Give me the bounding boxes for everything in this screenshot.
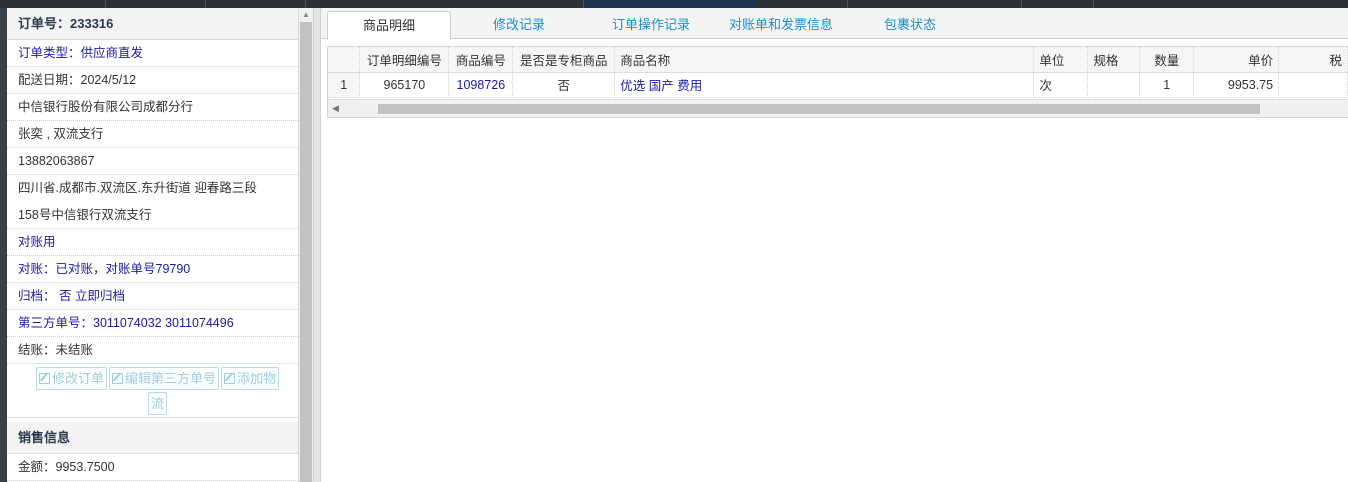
third-party-numbers: 第三方单号：3011074032 3011074496 <box>7 310 298 337</box>
top-bar-segment <box>848 0 1022 8</box>
order-number-header: 订单号：233316 <box>7 8 298 40</box>
sales-amount: 金额：9953.7500 <box>7 454 298 481</box>
tab-change-log[interactable]: 修改记录 <box>463 11 575 39</box>
edit-third-party-label: 编辑第三方单号 <box>124 371 216 386</box>
edit-icon <box>111 373 123 384</box>
sales-info-header: 销售信息 <box>7 422 298 454</box>
column-header[interactable]: 订单明细编号 <box>359 47 450 73</box>
reconcile-use: 对账用 <box>7 229 298 256</box>
edit-order-label: 修改订单 <box>51 371 104 386</box>
top-bar-active-segment[interactable] <box>584 0 756 8</box>
detail-number-cell: 965170 <box>359 72 450 98</box>
top-bar <box>0 0 1348 8</box>
top-bar-segment <box>306 0 584 8</box>
order-info-panel: 订单号：233316 订单类型：供应商直发 配送日期：2024/5/12 中信银… <box>7 8 299 482</box>
quantity-cell: 1 <box>1139 72 1195 98</box>
add-logistics-button-continued[interactable]: 流 <box>147 392 167 415</box>
top-bar-segment <box>756 0 848 8</box>
product-table: 订单明细编号 商品编号 是否是专柜商品 商品名称 单位 规格 数量 单价 税 1… <box>328 47 1348 98</box>
left-edge <box>0 8 7 482</box>
spec-cell <box>1087 72 1141 98</box>
tax-cell <box>1278 72 1348 98</box>
settlement-status: 结账：未结账 <box>7 337 298 364</box>
scroll-left-arrow-icon[interactable]: ◀ <box>332 103 339 114</box>
delivery-date: 配送日期：2024/5/12 <box>7 67 298 94</box>
counter-product-cell: 否 <box>512 72 616 98</box>
edit-icon <box>224 373 235 384</box>
add-logistics-label-continued: 流 <box>150 396 164 411</box>
phone-number: 13882063867 <box>7 148 298 175</box>
tab-package-status[interactable]: 包裹状态 <box>861 11 959 39</box>
top-bar-segment <box>0 0 106 8</box>
edit-icon <box>38 373 50 384</box>
archive-status[interactable]: 归档： 否 立即归档 <box>7 283 298 310</box>
detail-area: 商品明细 修改记录 订单操作记录 对账单和发票信息 包裹状态 订单明细编号 商品… <box>321 8 1348 482</box>
table-row[interactable]: 1 965170 1098726 否 优选 国产 费用 次 1 9953.75 <box>328 72 1348 98</box>
top-bar-segment <box>1022 0 1094 8</box>
contact-name: 张奕 , 双流支行 <box>7 121 298 148</box>
table-horizontal-scrollbar[interactable]: ◀ <box>328 99 1348 117</box>
tab-product-details[interactable]: 商品明细 <box>327 11 451 40</box>
address-line-1: 四川省.成都市.双流区.东升街道 迎春路三段 <box>18 181 257 195</box>
row-number-header <box>328 47 361 73</box>
edit-third-party-button[interactable]: 编辑第三方单号 <box>108 367 219 390</box>
scroll-up-arrow-icon[interactable]: ▲ <box>299 8 313 22</box>
column-header[interactable]: 商品名称 <box>614 47 1035 73</box>
product-grid: 订单明细编号 商品编号 是否是专柜商品 商品名称 单位 规格 数量 单价 税 1… <box>327 46 1348 118</box>
column-header[interactable]: 数量 <box>1139 47 1195 73</box>
edit-order-button[interactable]: 修改订单 <box>35 367 107 390</box>
unit-cell: 次 <box>1033 72 1089 98</box>
column-header[interactable]: 单位 <box>1033 47 1089 73</box>
row-number: 1 <box>328 72 361 98</box>
product-name-link[interactable]: 优选 国产 费用 <box>614 72 1035 98</box>
product-number-link[interactable]: 1098726 <box>448 72 514 98</box>
left-panel-scroll-thumb[interactable] <box>300 22 312 482</box>
panel-splitter[interactable] <box>313 8 321 482</box>
top-bar-segment <box>106 0 206 8</box>
column-header[interactable]: 是否是专柜商品 <box>512 47 616 73</box>
unit-price-cell: 9953.75 <box>1193 72 1280 98</box>
horizontal-scroll-thumb[interactable] <box>378 104 1260 114</box>
add-logistics-button[interactable]: 添加物 <box>221 367 280 390</box>
tab-bar: 商品明细 修改记录 订单操作记录 对账单和发票信息 包裹状态 <box>321 8 1348 40</box>
table-header-row: 订单明细编号 商品编号 是否是专柜商品 商品名称 单位 规格 数量 单价 税 <box>328 47 1348 73</box>
reconcile-status[interactable]: 对账：已对账，对账单号79790 <box>7 256 298 283</box>
column-header[interactable]: 税 <box>1278 47 1348 73</box>
column-header[interactable]: 单价 <box>1193 47 1280 73</box>
order-type: 订单类型：供应商直发 <box>7 40 298 67</box>
add-logistics-label: 添加物 <box>237 371 277 386</box>
address-line-2: 158号中信银行双流支行 <box>7 202 298 229</box>
top-bar-segment <box>206 0 306 8</box>
tab-order-operation-log[interactable]: 订单操作记录 <box>587 11 715 39</box>
tab-statement-invoice[interactable]: 对账单和发票信息 <box>719 11 843 39</box>
company-name: 中信银行股份有限公司成都分行 <box>7 94 298 121</box>
column-header[interactable]: 商品编号 <box>448 47 514 73</box>
action-buttons: 修改订单 编辑第三方单号 添加物 流 <box>7 364 298 418</box>
column-header[interactable]: 规格 <box>1087 47 1141 73</box>
